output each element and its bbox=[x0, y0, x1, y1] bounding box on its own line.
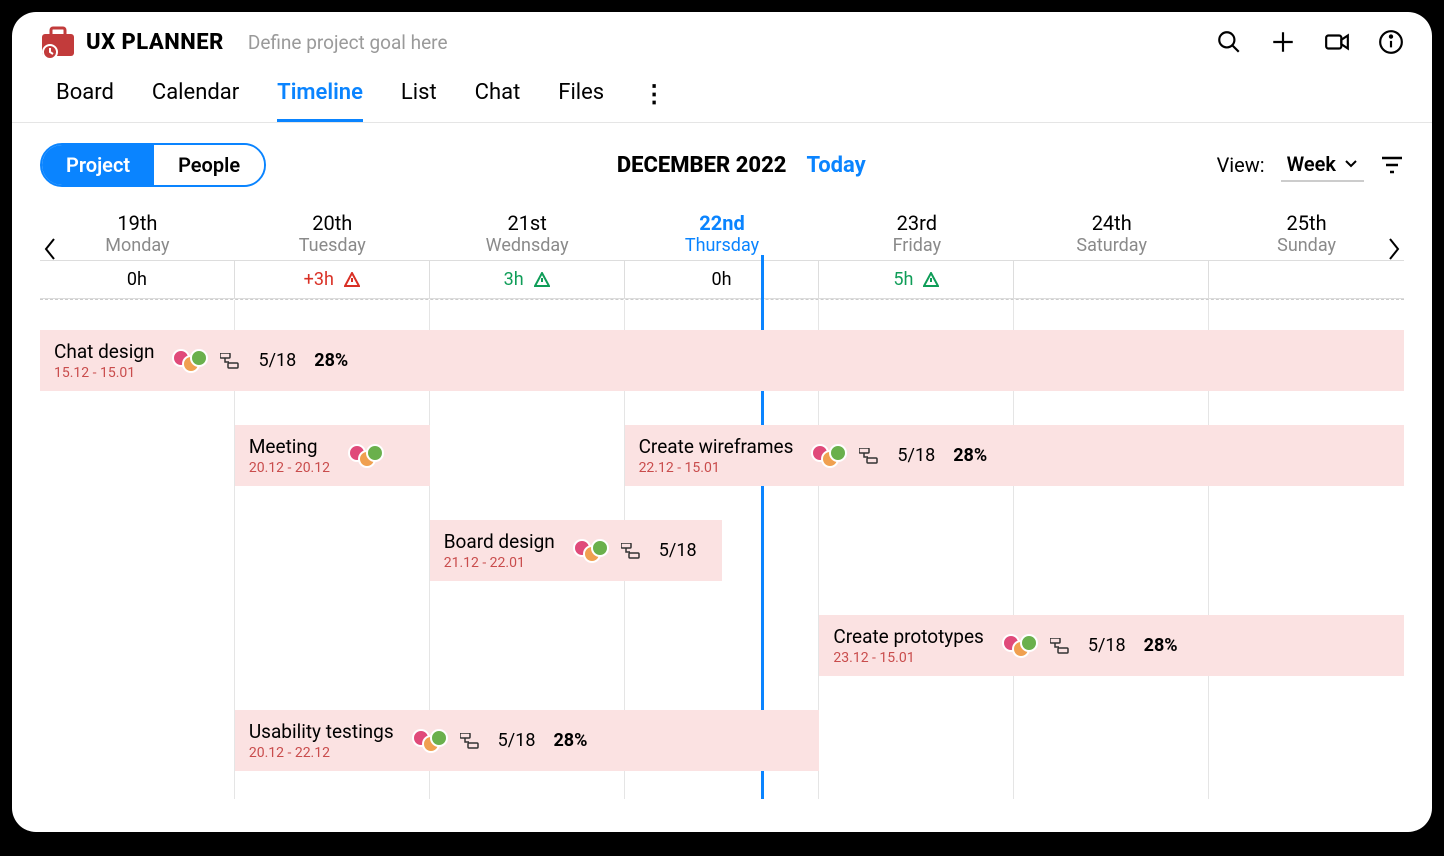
subtask-count: 5/18 bbox=[1088, 635, 1126, 656]
task-create-prototypes[interactable]: Create prototypes 23.12 - 15.01 5/18 28% bbox=[819, 615, 1404, 676]
task-title: Meeting bbox=[249, 435, 330, 458]
task-board-design[interactable]: Board design 21.12 - 22.01 5/18 bbox=[430, 520, 722, 581]
tab-calendar[interactable]: Calendar bbox=[152, 80, 239, 122]
warning-icon bbox=[534, 272, 550, 288]
hours-cell: 0h bbox=[625, 261, 820, 298]
task-percent: 28% bbox=[314, 350, 348, 371]
search-icon[interactable] bbox=[1216, 29, 1242, 55]
avatar-stack bbox=[348, 444, 378, 468]
avatar-stack bbox=[811, 444, 841, 468]
filter-icon[interactable] bbox=[1380, 154, 1404, 176]
subtask-count: 5/18 bbox=[897, 445, 935, 466]
warning-icon bbox=[923, 272, 939, 288]
view-select[interactable]: Week bbox=[1281, 148, 1364, 182]
hours-cell bbox=[1209, 261, 1404, 298]
task-dates: 20.12 - 22.12 bbox=[249, 745, 394, 761]
month-heading: DECEMBER 2022 bbox=[617, 153, 787, 178]
next-week-button[interactable] bbox=[1386, 235, 1402, 270]
subtask-icon bbox=[220, 353, 240, 369]
task-title: Create prototypes bbox=[833, 625, 983, 648]
task-dates: 20.12 - 20.12 bbox=[249, 460, 330, 476]
avatar-stack bbox=[412, 729, 442, 753]
view-mode-segmented: Project People bbox=[40, 143, 266, 187]
hours-cell-under: 5h bbox=[819, 261, 1014, 298]
hours-cell bbox=[1014, 261, 1209, 298]
chevron-down-icon bbox=[1344, 159, 1358, 169]
tab-more-icon[interactable]: ⋮ bbox=[642, 80, 666, 122]
day-header[interactable]: 25thSunday bbox=[1209, 207, 1404, 260]
task-percent: 28% bbox=[553, 730, 587, 751]
hours-cell-under: 3h bbox=[430, 261, 625, 298]
day-header[interactable]: 23rdFriday bbox=[819, 207, 1014, 260]
task-usability-testings[interactable]: Usability testings 20.12 - 22.12 5/18 28… bbox=[235, 710, 820, 771]
task-title: Board design bbox=[444, 530, 555, 553]
task-meeting[interactable]: Meeting 20.12 - 20.12 bbox=[235, 425, 430, 486]
task-percent: 28% bbox=[953, 445, 987, 466]
subtask-icon bbox=[621, 543, 641, 559]
video-icon[interactable] bbox=[1324, 29, 1350, 55]
avatar-stack bbox=[573, 539, 603, 563]
hours-cell-over: +3h bbox=[235, 261, 430, 298]
tab-board[interactable]: Board bbox=[56, 80, 114, 122]
day-header[interactable]: 21stWednsday bbox=[430, 207, 625, 260]
task-create-wireframes[interactable]: Create wireframes 22.12 - 15.01 5/18 28% bbox=[625, 425, 1404, 486]
subtask-count: 5/18 bbox=[659, 540, 697, 561]
task-dates: 23.12 - 15.01 bbox=[833, 650, 983, 666]
day-header-today[interactable]: 22ndThursday bbox=[625, 207, 820, 260]
tab-files[interactable]: Files bbox=[558, 80, 604, 122]
day-header[interactable]: 19thMonday bbox=[40, 207, 235, 260]
app-title: UX PLANNER bbox=[86, 30, 224, 55]
task-percent: 28% bbox=[1144, 635, 1178, 656]
segment-project[interactable]: Project bbox=[42, 145, 154, 185]
tab-list[interactable]: List bbox=[401, 80, 437, 122]
day-header[interactable]: 20thTuesday bbox=[235, 207, 430, 260]
avatar-stack bbox=[1002, 634, 1032, 658]
project-goal-input[interactable]: Define project goal here bbox=[248, 31, 448, 54]
view-label: View: bbox=[1217, 153, 1265, 177]
task-title: Chat design bbox=[54, 340, 154, 363]
app-logo: UX PLANNER bbox=[40, 26, 224, 58]
warning-icon bbox=[344, 272, 360, 288]
task-dates: 15.12 - 15.01 bbox=[54, 365, 154, 381]
info-icon[interactable] bbox=[1378, 29, 1404, 55]
hours-row: 0h +3h 3h 0h 5h bbox=[40, 260, 1404, 299]
briefcase-icon bbox=[40, 26, 76, 58]
view-select-value: Week bbox=[1287, 152, 1336, 176]
task-dates: 22.12 - 15.01 bbox=[639, 460, 794, 476]
today-button[interactable]: Today bbox=[806, 153, 865, 178]
day-header[interactable]: 24thSaturday bbox=[1014, 207, 1209, 260]
subtask-icon bbox=[1050, 638, 1070, 654]
prev-week-button[interactable] bbox=[42, 235, 58, 270]
task-title: Create wireframes bbox=[639, 435, 794, 458]
task-dates: 21.12 - 22.01 bbox=[444, 555, 555, 571]
avatar-stack bbox=[172, 349, 202, 373]
subtask-icon bbox=[460, 733, 480, 749]
day-headers: 19thMonday 20thTuesday 21stWednsday 22nd… bbox=[40, 207, 1404, 260]
tab-timeline[interactable]: Timeline bbox=[277, 80, 363, 122]
add-icon[interactable] bbox=[1270, 29, 1296, 55]
subtask-icon bbox=[859, 448, 879, 464]
subtask-count: 5/18 bbox=[498, 730, 536, 751]
task-chat-design[interactable]: Chat design 15.12 - 15.01 5/18 28% bbox=[40, 330, 1404, 391]
task-title: Usability testings bbox=[249, 720, 394, 743]
subtask-count: 5/18 bbox=[258, 350, 296, 371]
hours-cell: 0h bbox=[40, 261, 235, 298]
tab-chat[interactable]: Chat bbox=[475, 80, 521, 122]
segment-people[interactable]: People bbox=[154, 145, 264, 185]
